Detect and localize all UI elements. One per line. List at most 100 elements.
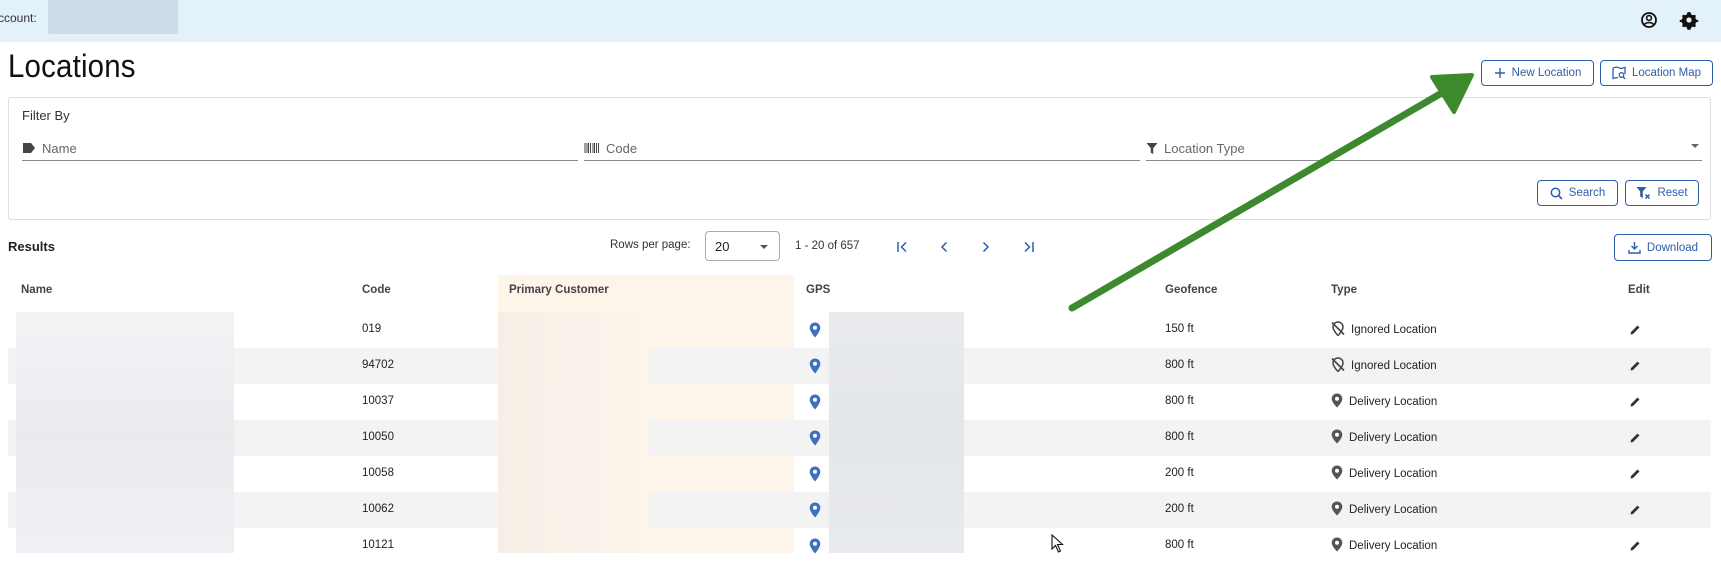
chevron-down-icon	[760, 245, 768, 249]
plus-icon	[1494, 68, 1505, 78]
column-header-gps[interactable]: GPS	[806, 284, 830, 296]
location-type-placeholder: Location Type	[1164, 140, 1245, 156]
location-map-button[interactable]: Location Map	[1600, 60, 1713, 86]
code-cell: 10050	[362, 431, 394, 443]
edit-pencil-icon[interactable]	[1629, 324, 1641, 339]
code-filter-input[interactable]: Code	[584, 136, 1140, 161]
map-pin-icon[interactable]	[809, 394, 821, 413]
download-label: Download	[1646, 241, 1699, 254]
previous-page-icon	[940, 241, 948, 253]
type-label: Delivery Location	[1349, 396, 1438, 408]
settings-gear-icon[interactable]	[1677, 8, 1701, 32]
type-label: Delivery Location	[1349, 468, 1438, 480]
page-title: Locations	[8, 48, 136, 84]
geofence-cell: 150 ft	[1165, 323, 1194, 335]
type-cell: Ignored Location	[1331, 321, 1437, 339]
search-button[interactable]: Search	[1537, 180, 1618, 206]
filter-panel: Filter By Name Code Location Type Search…	[8, 97, 1711, 220]
next-page-icon	[982, 241, 990, 253]
edit-pencil-icon[interactable]	[1629, 504, 1641, 519]
location-type-select[interactable]: Location Type	[1146, 136, 1702, 161]
map-pin-icon[interactable]	[809, 322, 821, 341]
map-pin-icon[interactable]	[809, 466, 821, 485]
edit-pencil-icon[interactable]	[1629, 468, 1641, 483]
type-cell: Ignored Location	[1331, 357, 1437, 375]
type-cell: Delivery Location	[1331, 393, 1437, 411]
type-cell: Delivery Location	[1331, 537, 1437, 555]
name-column-redacted	[16, 312, 234, 553]
column-header-primary-customer[interactable]: Primary Customer	[509, 284, 609, 296]
edit-pencil-icon[interactable]	[1629, 360, 1641, 375]
search-icon	[1550, 187, 1563, 200]
column-header-type[interactable]: Type	[1331, 284, 1357, 296]
top-bar: ccount:	[0, 0, 1721, 42]
geofence-cell: 200 ft	[1165, 467, 1194, 479]
column-header-name[interactable]: Name	[21, 284, 52, 296]
type-cell: Delivery Location	[1331, 465, 1437, 483]
rows-per-page-select[interactable]: 20	[705, 231, 780, 261]
results-label: Results	[8, 239, 55, 254]
chevron-down-icon	[1691, 144, 1699, 148]
rows-per-page-label: Rows per page:	[610, 239, 691, 251]
download-icon	[1628, 242, 1641, 254]
first-page-icon	[897, 241, 907, 253]
code-cell: 10037	[362, 395, 394, 407]
type-label: Delivery Location	[1349, 504, 1438, 516]
reset-label: Reset	[1657, 187, 1688, 199]
map-search-icon	[1612, 66, 1626, 80]
next-page-button[interactable]	[976, 237, 996, 257]
filter-by-label: Filter By	[22, 108, 70, 123]
previous-page-button[interactable]	[934, 237, 954, 257]
map-pin-icon[interactable]	[809, 538, 821, 557]
type-label: Delivery Location	[1349, 540, 1438, 552]
gps-column-redacted	[829, 312, 964, 553]
code-cell: 10058	[362, 467, 394, 479]
account-selector[interactable]	[48, 0, 178, 34]
rows-per-page-value: 20	[715, 239, 730, 254]
type-label: Ignored Location	[1351, 360, 1437, 372]
first-page-button[interactable]	[893, 237, 913, 257]
code-cell: 10062	[362, 503, 394, 515]
filter-funnel-icon	[1146, 142, 1158, 154]
geofence-cell: 800 ft	[1165, 431, 1194, 443]
barcode-icon	[584, 143, 599, 153]
delivery-location-icon	[1331, 501, 1343, 519]
code-cell: 94702	[362, 359, 394, 371]
mouse-cursor-icon	[1051, 534, 1064, 553]
code-cell: 10121	[362, 539, 394, 551]
geofence-cell: 800 ft	[1165, 395, 1194, 407]
new-location-button[interactable]: New Location	[1481, 60, 1594, 86]
type-cell: Delivery Location	[1331, 501, 1437, 519]
column-header-geofence[interactable]: Geofence	[1165, 284, 1217, 296]
edit-pencil-icon[interactable]	[1629, 432, 1641, 447]
download-button[interactable]: Download	[1614, 234, 1712, 261]
delivery-location-icon	[1331, 429, 1343, 447]
name-filter-placeholder: Name	[42, 140, 77, 156]
edit-pencil-icon[interactable]	[1629, 396, 1641, 411]
map-pin-icon[interactable]	[809, 358, 821, 377]
name-filter-input[interactable]: Name	[22, 136, 578, 161]
map-pin-icon[interactable]	[809, 430, 821, 449]
code-filter-placeholder: Code	[606, 140, 638, 156]
geofence-cell: 200 ft	[1165, 503, 1194, 515]
search-label: Search	[1568, 187, 1606, 199]
delivery-location-icon	[1331, 465, 1343, 483]
geofence-cell: 800 ft	[1165, 359, 1194, 371]
account-circle-icon[interactable]	[1637, 8, 1661, 32]
account-label: ccount:	[0, 11, 37, 25]
pagination-range: 1 - 20 of 657	[795, 240, 860, 252]
type-label: Delivery Location	[1349, 432, 1438, 444]
last-page-button[interactable]	[1018, 237, 1038, 257]
column-header-code[interactable]: Code	[362, 284, 391, 296]
delivery-location-icon	[1331, 393, 1343, 411]
geofence-cell: 800 ft	[1165, 539, 1194, 551]
ignored-location-icon	[1331, 357, 1345, 375]
code-cell: 019	[362, 323, 382, 335]
ignored-location-icon	[1331, 321, 1345, 339]
last-page-icon	[1024, 241, 1034, 253]
map-pin-icon[interactable]	[809, 502, 821, 521]
location-map-label: Location Map	[1631, 67, 1702, 79]
reset-button[interactable]: Reset	[1625, 180, 1699, 206]
column-header-edit: Edit	[1628, 284, 1650, 296]
new-location-label: New Location	[1511, 67, 1582, 79]
